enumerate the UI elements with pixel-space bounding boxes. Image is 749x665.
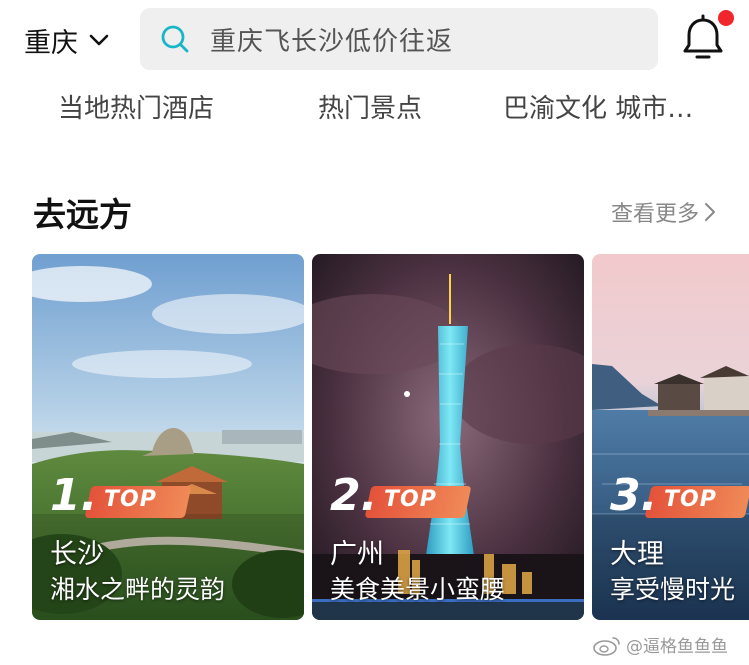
rank-badge: 1. TOP bbox=[50, 474, 192, 518]
watermark-text: @逼格鱼鱼鱼 bbox=[626, 637, 728, 657]
card-slogan: 美食美景小蛮腰 bbox=[330, 575, 506, 604]
rank-number: 1. bbox=[50, 470, 98, 521]
search-placeholder: 重庆飞长沙低价往返 bbox=[210, 26, 454, 57]
notification-dot bbox=[718, 10, 734, 26]
section-header: 去远方 查看更多 bbox=[0, 182, 749, 238]
watermark: @逼格鱼鱼鱼 bbox=[592, 632, 728, 657]
rank-number: 3. bbox=[610, 470, 658, 521]
tag-culture[interactable]: 巴渝文化 城市… bbox=[503, 88, 693, 125]
city-selector[interactable]: 重庆 bbox=[24, 18, 110, 62]
search-icon bbox=[161, 25, 189, 53]
rank-badge: 3. TOP bbox=[610, 474, 749, 518]
section-title: 去远方 bbox=[33, 195, 132, 234]
notification-button[interactable] bbox=[680, 10, 734, 66]
card-city: 大理 bbox=[610, 539, 664, 570]
card-city: 长沙 bbox=[50, 539, 104, 570]
tag-hotels[interactable]: 当地热门酒店 bbox=[58, 88, 214, 125]
see-more-link[interactable]: 查看更多 bbox=[611, 196, 717, 228]
card-slogan: 湘水之畔的灵韵 bbox=[50, 575, 226, 604]
rank-number: 2. bbox=[330, 470, 378, 521]
chevron-right-icon bbox=[705, 203, 716, 221]
rank-label: TOP bbox=[664, 487, 717, 512]
destination-carousel[interactable]: 1. TOP 长沙 湘水之畔的灵韵 2. TOP 广州 美食美景小蛮腰 3. T… bbox=[0, 254, 749, 620]
rank-badge: 2. TOP bbox=[330, 474, 472, 518]
city-name: 重庆 bbox=[24, 27, 78, 59]
tag-attractions[interactable]: 热门景点 bbox=[318, 88, 422, 125]
weibo-logo-icon bbox=[593, 636, 620, 656]
card-city: 广州 bbox=[330, 539, 384, 570]
rank-label: TOP bbox=[384, 487, 437, 512]
destination-card-guangzhou[interactable]: 2. TOP 广州 美食美景小蛮腰 bbox=[312, 254, 584, 620]
quick-tags: 当地热门酒店 热门景点 巴渝文化 城市… bbox=[0, 80, 749, 132]
destination-card-changsha[interactable]: 1. TOP 长沙 湘水之畔的灵韵 bbox=[32, 254, 304, 620]
rank-label: TOP bbox=[104, 487, 157, 512]
card-slogan: 享受慢时光 bbox=[610, 575, 736, 604]
destination-card-dali[interactable]: 3. TOP 大理 享受慢时光 bbox=[592, 254, 749, 620]
top-bar: 重庆 重庆飞长沙低价往返 bbox=[0, 0, 749, 80]
search-input[interactable]: 重庆飞长沙低价往返 bbox=[140, 8, 658, 70]
chevron-down-icon bbox=[89, 34, 109, 46]
see-more-label: 查看更多 bbox=[611, 202, 700, 227]
